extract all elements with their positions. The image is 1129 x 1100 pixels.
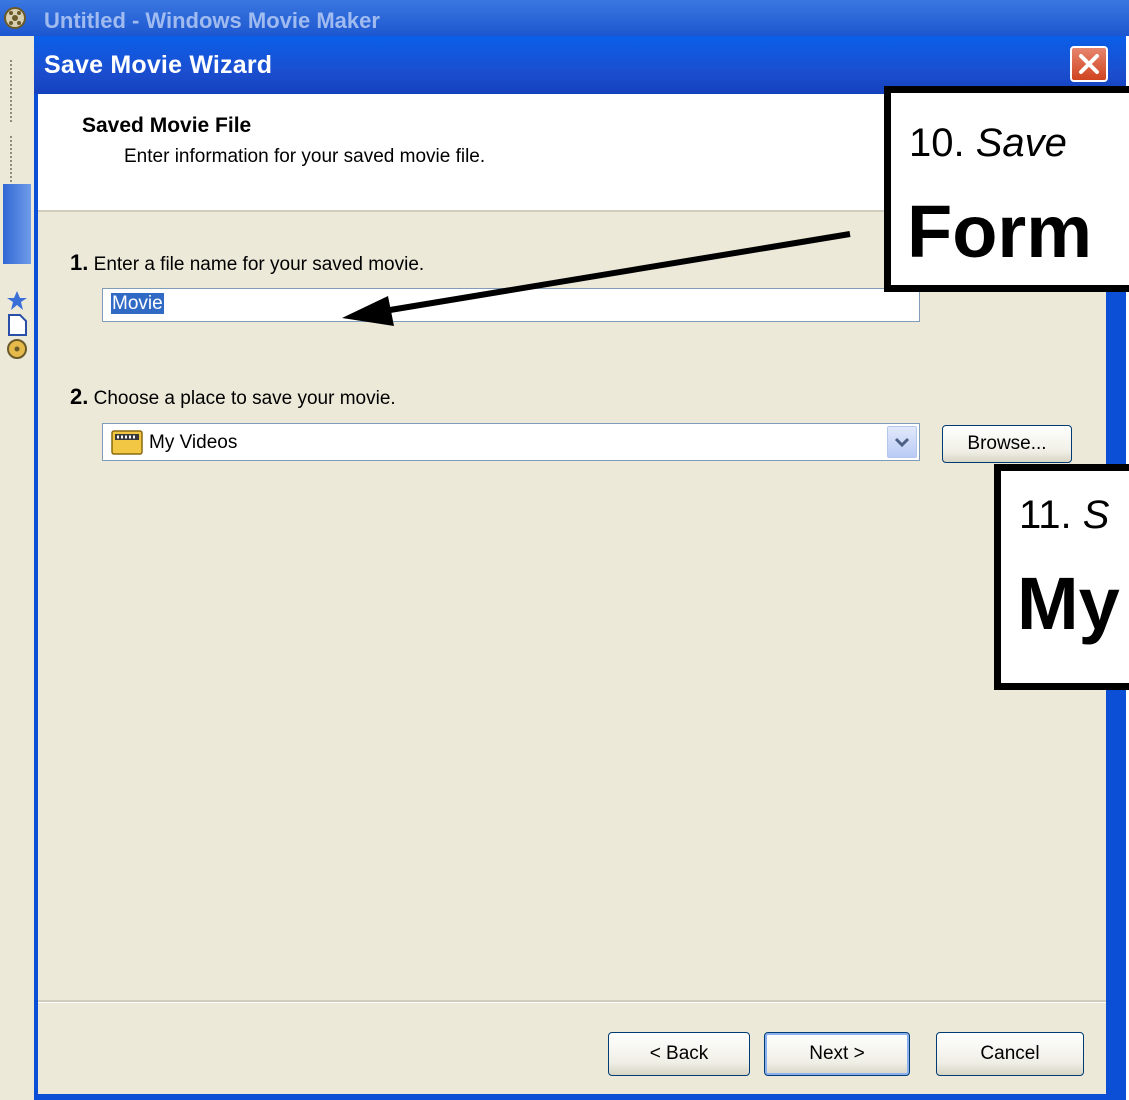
- callout-step10-number: 10.: [909, 121, 965, 165]
- annotation-callout-step11: 11. S My: [994, 464, 1129, 690]
- annotation-callout-step10: 10. Save Form: [884, 86, 1129, 292]
- callout-step10-text: 10. Save: [909, 121, 1067, 166]
- callout-step11-text: 11. S: [1019, 493, 1109, 538]
- callout-step11-number: 11.: [1019, 493, 1072, 537]
- callout-step10-action: Save: [975, 121, 1067, 165]
- callout-step11-action: S: [1082, 493, 1110, 537]
- callout-step11-bold: My: [1017, 562, 1120, 645]
- callout-step10-bold: Form: [907, 190, 1092, 273]
